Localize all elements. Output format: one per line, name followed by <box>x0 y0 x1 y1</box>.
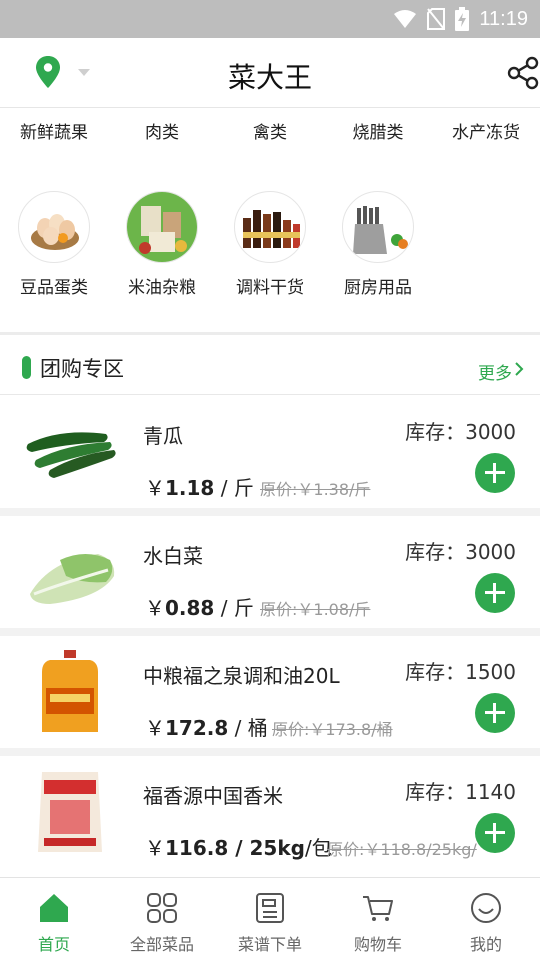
category-label: 肉类 <box>145 123 179 143</box>
product-price: ￥1.18 / 斤 <box>145 476 254 500</box>
category-row: 豆品蛋类 米油杂粮 调料干货 厨房用品 <box>0 191 540 311</box>
category-image <box>18 191 90 263</box>
knife-block-icon <box>353 206 408 254</box>
cart-icon <box>363 896 393 921</box>
section-marker <box>22 356 31 379</box>
home-content[interactable]: 新鲜蔬果 肉类 禽类 烧腊类 水产冻货 豆品蛋类 米油杂粮 调料干货 厨房用品 … <box>0 108 540 877</box>
product-original-price: 原价:￥1.38/斤 <box>260 480 371 499</box>
category-label: 调料干货 <box>236 278 304 298</box>
share-icon[interactable] <box>506 56 540 90</box>
tab-label: 购物车 <box>353 935 402 954</box>
product-original-price: 原价:￥118.8/25kg/ <box>327 840 477 859</box>
smile-icon <box>471 893 501 923</box>
product-image-cabbage <box>30 554 115 604</box>
product-name: 青瓜 <box>143 424 183 448</box>
home-icon <box>40 894 68 922</box>
category-image <box>234 191 306 263</box>
item-separator <box>0 628 540 636</box>
product-item[interactable]: 福香源中国香米 库存：1140 ￥116.8 / 25kg/包 原价:￥118.… <box>0 756 540 868</box>
clock: 11:19 <box>479 7 528 30</box>
category-poultry[interactable]: 禽类 <box>216 108 324 143</box>
category-image <box>126 191 198 263</box>
bottom-tab-bar: 首页 全部菜品 菜谱下单 购物车 我的 <box>0 877 540 960</box>
product-item[interactable]: 水白菜 库存：3000 ￥0.88 / 斤 原价:￥1.08/斤 <box>0 516 540 628</box>
category-row: 新鲜蔬果 肉类 禽类 烧腊类 水产冻货 <box>0 108 540 156</box>
category-label: 禽类 <box>253 123 287 143</box>
wifi-icon <box>394 10 417 28</box>
category-label: 烧腊类 <box>352 123 404 143</box>
product-name: 中粮福之泉调和油20L <box>143 664 340 688</box>
add-to-cart-button[interactable] <box>475 813 515 853</box>
no-sim-icon <box>427 8 446 30</box>
eggs-icon <box>31 214 79 250</box>
product-image-rice-bag <box>38 772 102 852</box>
add-to-cart-button[interactable] <box>475 573 515 613</box>
tab-home[interactable]: 首页 <box>0 878 108 960</box>
product-original-price: 原价:￥1.08/斤 <box>260 600 371 619</box>
sauce-bottles-icon <box>243 210 300 248</box>
category-seasoning-dry-goods[interactable]: 调料干货 <box>216 191 324 298</box>
item-separator <box>0 748 540 756</box>
add-to-cart-button[interactable] <box>475 693 515 733</box>
grid-icon <box>147 893 177 923</box>
category-meat[interactable]: 肉类 <box>108 108 216 143</box>
product-price: ￥116.8 / 25kg/包 <box>145 836 332 860</box>
group-buy-header: 团购专区 更多 <box>0 335 540 395</box>
product-name: 水白菜 <box>143 544 203 568</box>
product-image-cucumber <box>26 432 116 478</box>
category-fresh-produce[interactable]: 新鲜蔬果 <box>0 108 108 143</box>
tab-label: 菜谱下单 <box>237 935 302 954</box>
tab-mine[interactable]: 我的 <box>432 878 540 960</box>
product-item[interactable]: 中粮福之泉调和油20L 库存：1500 ￥172.8 / 桶 原价:￥173.8… <box>0 636 540 748</box>
category-seafood-frozen[interactable]: 水产冻货 <box>432 108 540 143</box>
tab-label: 我的 <box>469 935 502 954</box>
category-image <box>342 191 414 263</box>
tab-all-dishes[interactable]: 全部菜品 <box>108 878 216 960</box>
product-image-oil-drum <box>42 650 98 732</box>
category-label: 水产冻货 <box>452 123 520 143</box>
recipe-icon <box>256 893 284 923</box>
product-stock: 库存：1500 <box>405 660 516 684</box>
tab-cart[interactable]: 购物车 <box>324 878 432 960</box>
tab-label: 首页 <box>37 935 70 954</box>
category-label: 豆品蛋类 <box>20 278 88 298</box>
category-kitchen-supplies[interactable]: 厨房用品 <box>324 191 432 298</box>
battery-charging-icon <box>455 7 470 31</box>
product-item[interactable]: 青瓜 库存：3000 ￥1.18 / 斤 原价:￥1.38/斤 <box>0 396 540 508</box>
product-name: 福香源中国香米 <box>143 784 283 808</box>
chevron-right-icon[interactable] <box>514 362 524 376</box>
product-price: ￥0.88 / 斤 <box>145 596 254 620</box>
product-stock: 库存：3000 <box>405 420 516 444</box>
category-label: 新鲜蔬果 <box>20 123 88 143</box>
more-link[interactable]: 更多 <box>478 359 512 384</box>
category-roast-meats[interactable]: 烧腊类 <box>324 108 432 143</box>
tab-recipe-order[interactable]: 菜谱下单 <box>216 878 324 960</box>
grocery-bags-icon <box>127 192 197 262</box>
add-to-cart-button[interactable] <box>475 453 515 493</box>
category-rice-oil-grains[interactable]: 米油杂粮 <box>108 191 216 298</box>
top-bar: 菜大王 <box>0 38 540 108</box>
product-price: ￥172.8 / 桶 <box>145 716 268 740</box>
section-title: 团购专区 <box>40 357 124 381</box>
product-stock: 库存：1140 <box>405 780 516 804</box>
item-separator <box>0 508 540 516</box>
product-stock: 库存：3000 <box>405 540 516 564</box>
page-title: 菜大王 <box>227 61 312 94</box>
product-original-price: 原价:￥173.8/桶 <box>272 720 393 739</box>
category-label: 米油杂粮 <box>128 278 196 298</box>
status-bar: 11:19 <box>0 0 540 38</box>
category-label: 厨房用品 <box>344 278 412 298</box>
category-tofu-eggs[interactable]: 豆品蛋类 <box>0 191 108 298</box>
tab-label: 全部菜品 <box>129 935 194 954</box>
